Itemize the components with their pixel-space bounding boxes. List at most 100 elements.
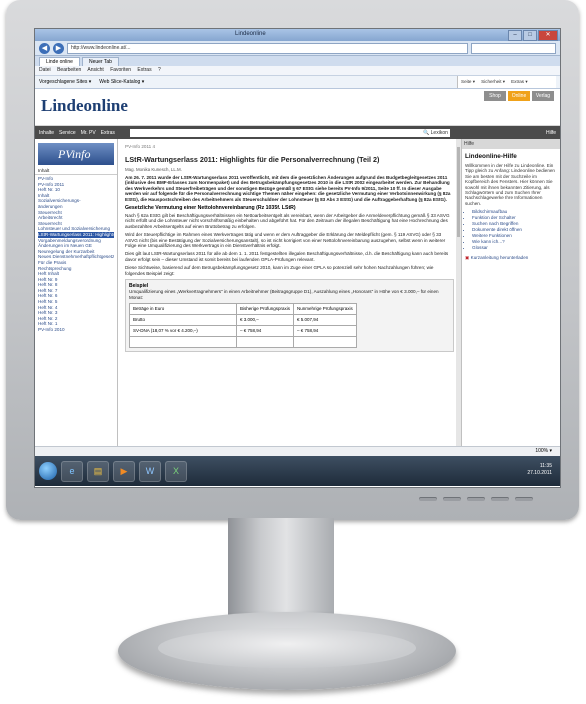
browser-titlebar: Lindeonline – □ ✕	[35, 29, 560, 41]
tree-item[interactable]: PV-Info 2010	[38, 327, 114, 333]
menu-edit[interactable]: Bearbeiten	[57, 67, 81, 73]
nav-inhalte[interactable]: Inhalte	[39, 130, 54, 136]
maximize-button[interactable]: □	[523, 30, 537, 41]
article-paragraph: Am 26. 7. 2011 wurde der LStR-Wartungser…	[125, 175, 451, 202]
forward-icon[interactable]: ▶	[53, 42, 64, 54]
table-cell: € 5.007,94	[293, 313, 357, 326]
start-button[interactable]	[39, 462, 57, 480]
browser-menu: Datei Bearbeiten Ansicht Favoriten Extra…	[35, 66, 560, 76]
fav-web-slice[interactable]: Web Slice-Katalog ▾	[99, 79, 144, 85]
scrollbar-thumb[interactable]	[457, 147, 460, 237]
table-cell: € 3.000,–	[235, 313, 295, 326]
tools-menu[interactable]: Extras ▾	[511, 79, 528, 85]
article-scrollbar[interactable]	[456, 139, 461, 446]
pdf-icon: ▣	[465, 255, 470, 261]
app-search-input[interactable]: 🔍 Lexikon	[129, 128, 450, 137]
left-sidebar: PVinfo Inhalt PV-Info PV-Info 2011 Heft …	[35, 139, 118, 446]
clock-time: 11:35	[539, 463, 552, 469]
search-button[interactable]: 🔍 Lexikon	[423, 129, 448, 137]
page-menu[interactable]: Seite ▾	[461, 79, 475, 85]
safety-menu[interactable]: Sicherheit ▾	[481, 79, 505, 85]
article-author: Mag. Monika Kunesch, LL.M.	[125, 167, 182, 172]
screen: Lindeonline – □ ✕ ◀ ▶ http://www.lindeon…	[34, 28, 561, 488]
help-links: Bildschirmaufbau Funktion der Schalter S…	[465, 209, 557, 251]
example-text: Umqualifizierung eines „Werkvertragnehme…	[129, 289, 439, 300]
pdf-download-link[interactable]: ▣ Kurzanleitung herunterladen	[465, 255, 557, 261]
address-bar[interactable]: http://www.lindeonline.at/...	[67, 42, 468, 54]
table-cell: – € 758,94	[293, 324, 357, 337]
article-paragraph: Dies gilt laut LStR-Wartungserlass 2011 …	[125, 251, 449, 262]
monitor-power-button[interactable]	[515, 497, 533, 501]
monitor-button[interactable]	[419, 497, 437, 501]
back-icon[interactable]: ◀	[39, 42, 50, 54]
article-paragraph: Nach § 62a EStG gilt bei Beschäftigungsv…	[125, 213, 450, 229]
app-header: Lindeonline Shop Online Verlag	[35, 89, 560, 126]
table-header: Bisherige Prüfungspraxis	[235, 302, 295, 315]
menu-file[interactable]: Datei	[39, 67, 51, 73]
help-link[interactable]: Glossar	[472, 245, 557, 251]
menu-help[interactable]: ?	[158, 67, 161, 73]
nav-service[interactable]: Service	[59, 130, 76, 136]
clock-date: 27.10.2011	[527, 470, 552, 476]
app-toolbar: Inhalte Service Mr. PV Extras 🔍 Lexikon …	[35, 126, 560, 139]
browser-navbar: ◀ ▶ http://www.lindeonline.at/...	[35, 41, 560, 56]
section-heading: Gesetzliche Vermutung einer Nettolohnver…	[125, 205, 296, 212]
tab-new[interactable]: Neuer Tab	[81, 57, 119, 66]
menu-view[interactable]: Ansicht	[87, 67, 103, 73]
app-top-tabs: Shop Online Verlag	[484, 91, 554, 101]
ie-taskbar-icon[interactable]: e	[61, 460, 83, 482]
explorer-taskbar-icon[interactable]: ▤	[87, 460, 109, 482]
monitor-button[interactable]	[443, 497, 461, 501]
nav-help[interactable]: Hilfe	[546, 130, 556, 136]
article-paragraph: Wird der Steuerpflichtige im Rahmen eine…	[125, 232, 446, 249]
example-box: Beispiel Umqualifizierung eines „Werkver…	[125, 279, 454, 352]
breadcrumb[interactable]: PV-Info 2011 4	[125, 144, 454, 149]
content-columns: PVinfo Inhalt PV-Info PV-Info 2011 Heft …	[35, 139, 560, 446]
pvinfo-brand: PVinfo	[38, 143, 114, 165]
tab-shop[interactable]: Shop	[484, 91, 506, 101]
zoom-level[interactable]: 100% ▾	[535, 448, 552, 454]
table-cell: – € 758,94	[235, 324, 295, 337]
tree-item-selected[interactable]: LStR-Wartungserlass 2011: Highlights für…	[38, 231, 114, 238]
nav-extras[interactable]: Extras	[101, 130, 115, 136]
excel-taskbar-icon[interactable]: X	[165, 460, 187, 482]
close-button[interactable]: ✕	[538, 30, 558, 41]
browser-search-input[interactable]	[471, 42, 556, 54]
toc-tree: PV-Info PV-Info 2011 Heft Nr. 10 Inhalt …	[35, 175, 117, 334]
table-header: Beträge in Euro	[129, 302, 237, 315]
search-button-label: Lexikon	[430, 129, 448, 136]
tab-lindeonline[interactable]: Linde online	[39, 57, 80, 66]
table-cell: Brutto	[129, 313, 237, 326]
system-clock[interactable]: 11:35 27.10.2011	[527, 463, 552, 477]
article-pane: PV-Info 2011 4 LStR-Wartungserlass 2011:…	[118, 139, 461, 446]
pdf-link-label: Kurzanleitung herunterladen	[470, 255, 529, 261]
monitor-base-top	[158, 628, 416, 668]
favorites-bar: Vorgeschlagene Sites ▾ Web Slice-Katalog…	[35, 76, 560, 89]
media-taskbar-icon[interactable]: ▶	[113, 460, 135, 482]
monitor-button[interactable]	[467, 497, 485, 501]
monitor-frame: Lindeonline – □ ✕ ◀ ▶ http://www.lindeon…	[6, 0, 579, 520]
article-paragraph: Diese Sichtweise, basierend auf dem Betr…	[125, 265, 434, 276]
word-taskbar-icon[interactable]: W	[139, 460, 161, 482]
menu-extras[interactable]: Extras	[137, 67, 151, 73]
tab-online[interactable]: Online	[508, 91, 530, 101]
table-header: Nunmehrige Prüfungspraxis	[293, 302, 357, 315]
tab-verlag[interactable]: Verlag	[532, 91, 554, 101]
menu-favorites[interactable]: Favoriten	[110, 67, 131, 73]
sidebar-header: Inhalt	[35, 167, 117, 175]
table-cell	[129, 335, 237, 348]
help-panel-header: Hilfe	[462, 139, 560, 149]
lindeonline-logo[interactable]: Lindeonline	[41, 96, 128, 116]
nav-mr-pv[interactable]: Mr. PV	[81, 130, 96, 136]
table-row: SV-DNA (18,07 % vor € 4.200,–) – € 758,9…	[129, 324, 357, 337]
table-cell: SV-DNA (18,07 % vor € 4.200,–)	[129, 324, 237, 337]
window-controls: – □ ✕	[508, 30, 558, 41]
monitor-button[interactable]	[491, 497, 509, 501]
help-panel: Hilfe Lindeonline-Hilfe Willkommen in de…	[461, 139, 560, 446]
table-cell	[235, 335, 295, 348]
article-title: LStR-Wartungserlass 2011: Highlights für…	[125, 155, 380, 164]
example-table: Beträge in Euro Bisherige Prüfungspraxis…	[129, 302, 357, 348]
minimize-button[interactable]: –	[508, 30, 522, 41]
windows-taskbar: e ▤ ▶ W X 11:35 27.10.2011	[35, 456, 560, 486]
fav-suggested-sites[interactable]: Vorgeschlagene Sites ▾	[39, 79, 91, 85]
